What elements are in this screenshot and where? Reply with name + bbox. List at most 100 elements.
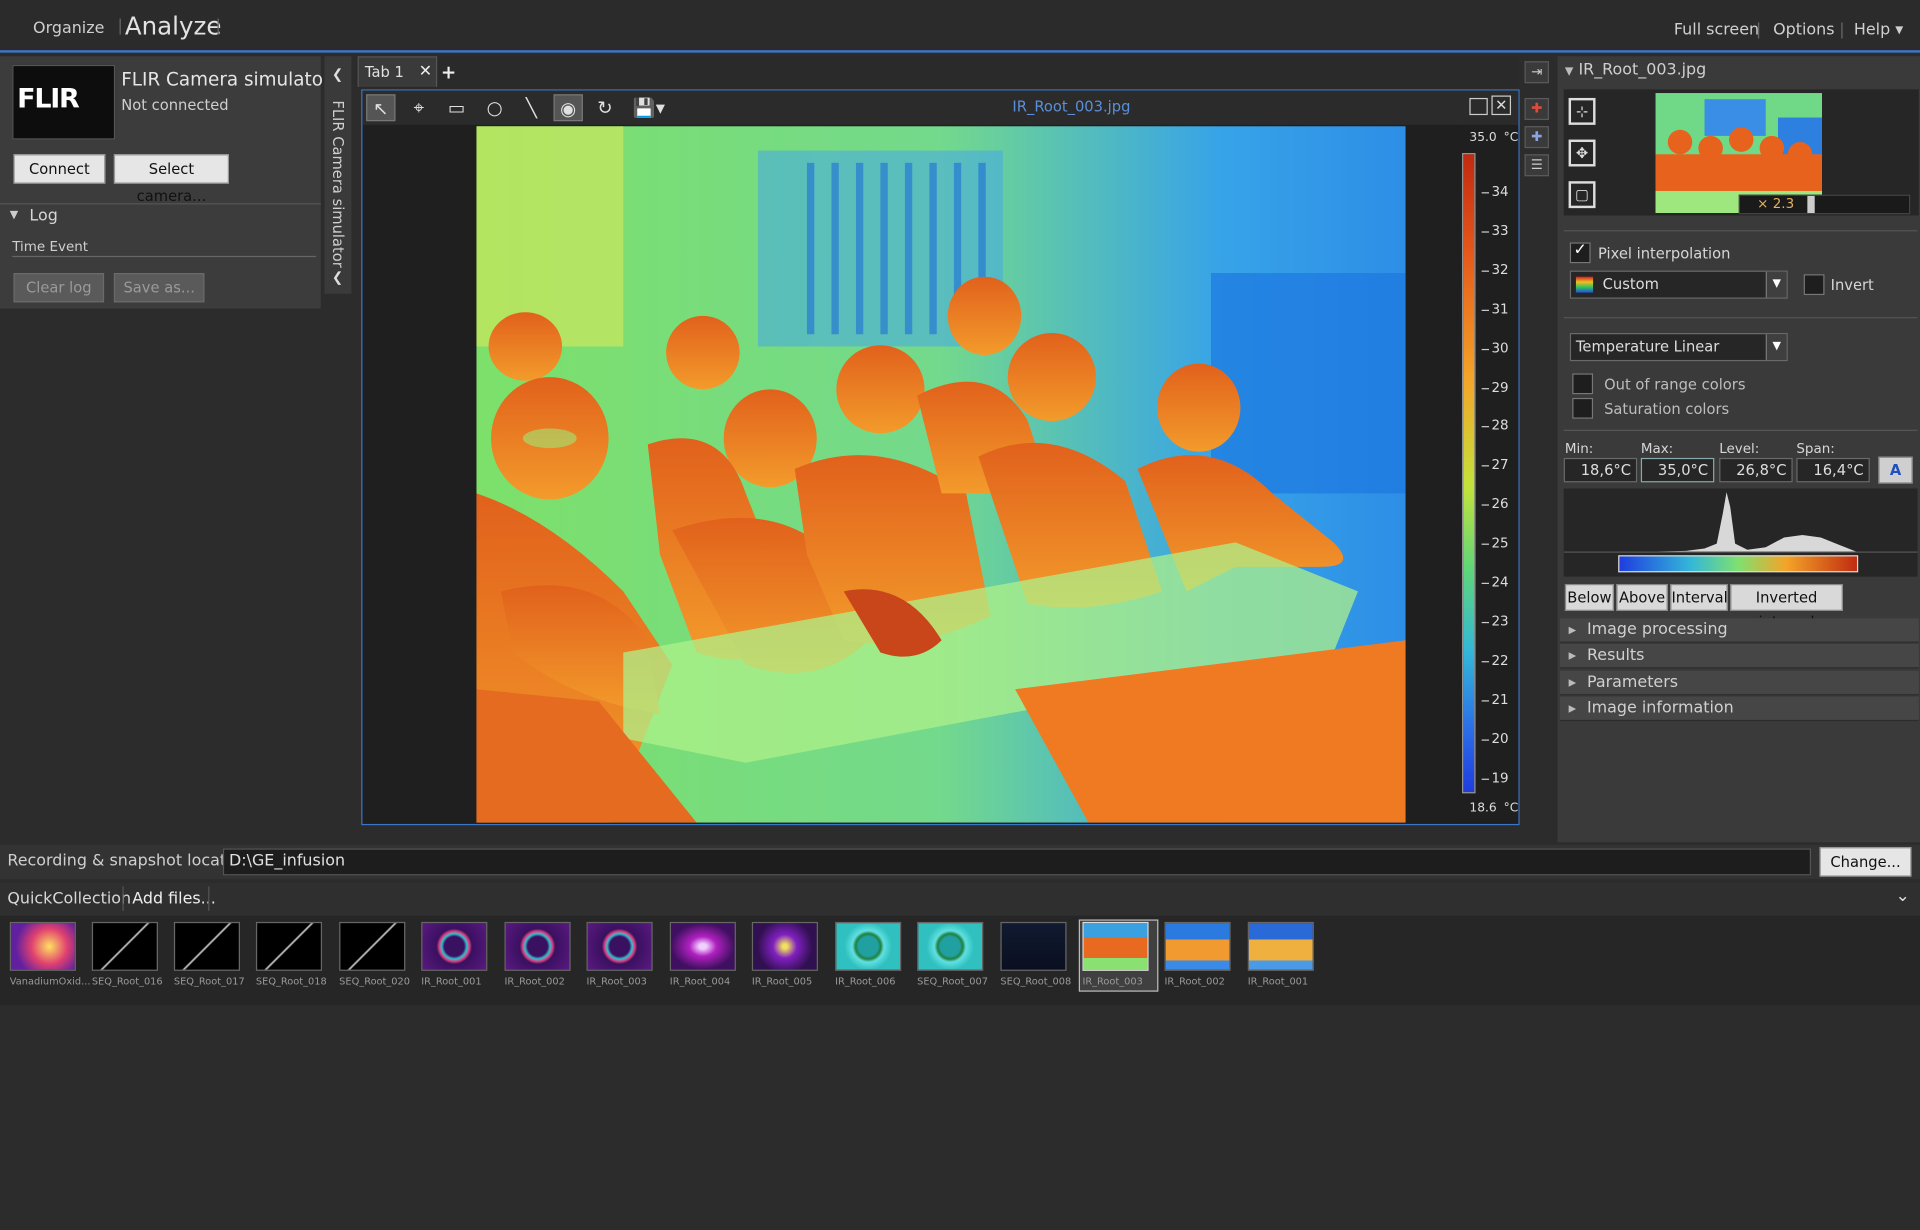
thumbnail-item[interactable] [1082,921,1149,971]
thumbnail-item[interactable] [586,921,653,971]
level-field[interactable]: 26,8°C [1719,457,1793,483]
thumbnail-item[interactable] [1164,921,1231,971]
add-graph-icon[interactable]: ✚ [1524,97,1549,120]
recording-label: Recording & snapshot location: [7,852,256,871]
scale-tick-label: 32 [1481,262,1515,278]
thumbnail-item[interactable] [1000,921,1067,971]
box-tool-icon[interactable]: ▭ [442,94,471,121]
span-field[interactable]: 16,4°C [1796,457,1870,483]
out-of-range-checkbox[interactable] [1572,373,1594,395]
chevron-down-icon[interactable]: ▼ [1765,271,1787,298]
add-profile-icon[interactable]: ✚ [1524,126,1549,149]
interval-button[interactable]: Interval [1670,583,1728,611]
saturation-checkbox[interactable] [1572,397,1594,419]
results-section[interactable]: Results [1560,643,1919,669]
minimize-viewer-icon[interactable] [1469,97,1488,116]
tab-1[interactable]: Tab 1 ✕ [357,56,438,87]
fit-icon[interactable]: ⊹ [1568,97,1596,125]
actual-size-icon[interactable]: ▢ [1568,181,1596,209]
eye-tool-icon[interactable]: ◉ [553,94,583,122]
collapse-log-icon[interactable]: ▼ [10,209,18,221]
change-location-button[interactable]: Change... [1819,847,1912,877]
thumbnail-label: IR_Root_003 [586,975,647,987]
thumbnail-item[interactable] [339,921,406,971]
thumbnail-item[interactable] [504,921,571,971]
close-tab-icon[interactable]: ✕ [419,62,432,80]
thumbnail-item[interactable] [835,921,902,971]
max-field[interactable]: 35,0°C [1640,457,1715,483]
log-columns: Time Event [12,238,89,255]
scale-min-value: 18.6 [1469,801,1497,816]
tab-separator: | [117,17,123,36]
add-tab-icon[interactable]: + [441,61,456,83]
color-bar [1462,153,1476,794]
histogram[interactable] [1563,488,1918,577]
log-header: Log [29,206,58,226]
thumbnail-item[interactable] [173,921,241,971]
thumbnail-item[interactable] [255,921,323,971]
thumbnail-item[interactable] [917,921,984,971]
analyze-tab[interactable]: Analyze [125,11,222,40]
select-camera-button[interactable]: Select camera... [113,154,229,204]
parameters-section[interactable]: Parameters [1560,670,1919,696]
palette-select[interactable]: Custom ▼ [1569,270,1788,299]
thumbnail-item[interactable] [9,921,76,971]
scale-tick-label: 19 [1481,769,1515,785]
thumbnail-label: IR_Root_001 [1247,975,1309,987]
invert-checkbox[interactable] [1803,274,1825,296]
organize-tab[interactable]: Organize [33,20,104,38]
collapse-left-icon[interactable]: ❮ [332,66,343,82]
pixel-interpolation-checkbox[interactable] [1569,241,1591,264]
recording-path-field[interactable]: D:\GE_infusion [222,848,1812,876]
collapse-strip-icon[interactable]: ⌄ [1896,886,1910,906]
line-tool-icon[interactable]: ╲ [517,94,546,121]
chevron-down-icon[interactable]: ▼ [1765,334,1787,360]
scale-tick-label: 22 [1481,652,1515,668]
thumbnail-item[interactable] [751,921,818,971]
help-menu[interactable]: Help ▾ [1854,21,1903,39]
add-files-button[interactable]: Add files... [132,890,216,908]
scale-mode-value: Temperature Linear [1575,337,1720,356]
below-button[interactable]: Below [1564,583,1614,611]
accent-line [0,50,1920,53]
inverted-interval-button[interactable]: Inverted interval [1730,583,1843,631]
palette-swatch-icon [1575,276,1594,293]
fullscreen-link[interactable]: Full screen [1674,21,1759,39]
image-information-section[interactable]: Image information [1560,696,1919,722]
connect-button[interactable]: Connect [13,154,106,184]
min-field[interactable]: 18,6°C [1563,457,1638,483]
divider [1563,429,1918,431]
camera-side-tab[interactable]: ❮ FLIR Camera simulator ❮ [324,56,352,294]
thumbnail-label: VanadiumOxid... [9,975,91,987]
image-processing-section[interactable]: Image processing [1560,618,1919,643]
collapse-left-icon[interactable]: ❮ [332,269,343,285]
close-viewer-icon[interactable]: ✕ [1491,95,1512,116]
thumbnail-item[interactable] [421,921,488,971]
rotate-tool-icon[interactable]: ↻ [590,94,619,121]
options-link[interactable]: Options [1773,21,1834,39]
scale-mode-select[interactable]: Temperature Linear ▼ [1569,333,1788,362]
auto-adjust-icon[interactable]: A [1878,456,1913,484]
circle-tool-icon[interactable]: ○ [480,94,509,121]
side-tab-label: FLIR Camera simulator [329,100,347,268]
spot-tool-icon[interactable]: ⌖ [404,94,433,121]
thermal-image[interactable] [476,126,1406,823]
thumbnail-label: IR_Root_002 [504,975,565,987]
above-button[interactable]: Above [1616,583,1668,611]
scale-tick-label: 21 [1481,691,1515,707]
scale-max-value: 35.0 [1469,131,1497,145]
thumbnail-item[interactable] [1247,921,1314,971]
clear-log-button[interactable]: Clear log [13,273,105,303]
zoom-slider[interactable]: × 2.3 [1738,194,1911,215]
thumbnail-label: SEQ_Root_008 [1000,975,1072,987]
pan-icon[interactable]: ✥ [1568,139,1596,167]
thumbnail-item[interactable] [669,921,736,971]
pixel-interpolation-label: Pixel interpolation [1597,244,1731,263]
dock-out-icon[interactable]: ⇥ [1524,61,1549,84]
save-log-button[interactable]: Save as... [113,273,205,303]
select-tool-icon[interactable]: ↖ [366,94,396,122]
zoom-slider-handle[interactable] [1807,195,1815,214]
save-image-icon[interactable]: 💾▾ [628,94,670,121]
thumbnail-item[interactable] [91,921,158,971]
table-icon[interactable]: ☰ [1524,154,1549,177]
